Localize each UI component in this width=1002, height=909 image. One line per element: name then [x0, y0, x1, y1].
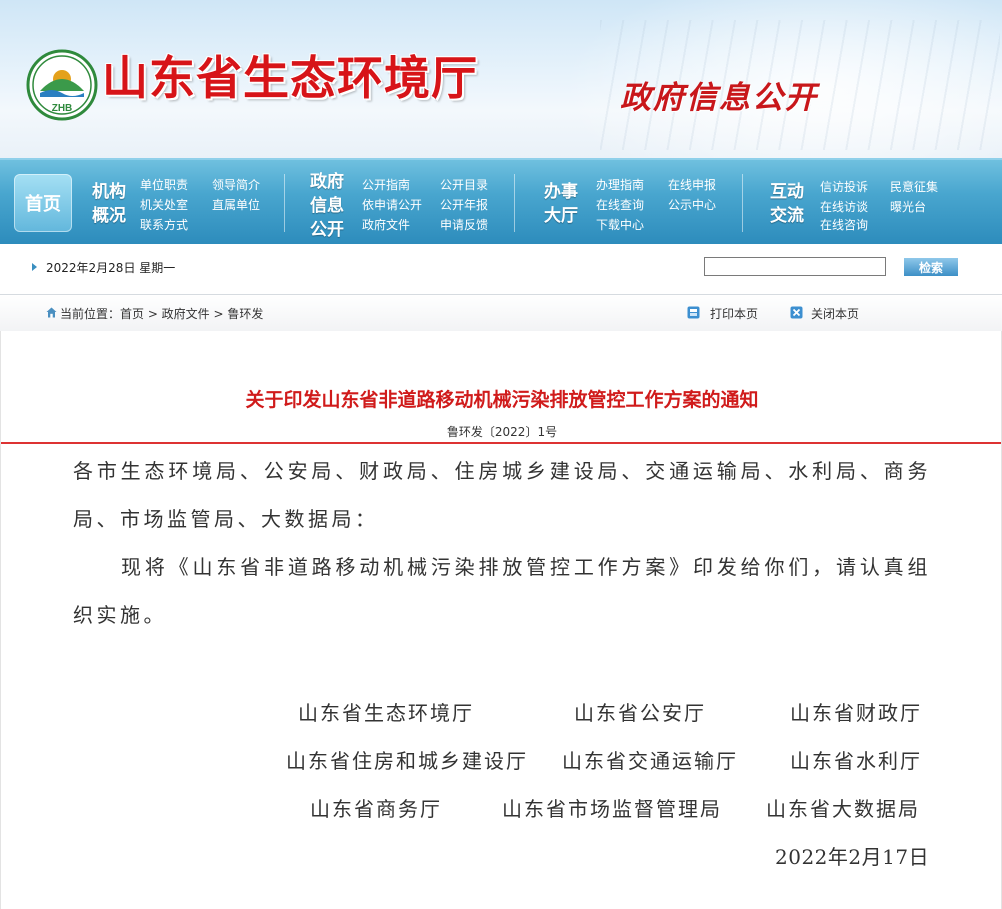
nav-link[interactable]: 民意征集	[890, 178, 938, 195]
header-banner: ZHB 山东省生态环境厅 政府信息公开	[0, 0, 1002, 158]
document-number: 鲁环发〔2022〕1号	[446, 425, 558, 439]
main-navigation: 首页 机构 概况 单位职责 机关处室 联系方式 领导简介 直属单位 政府 信息 …	[0, 158, 1002, 244]
date-search-bar: 2022年2月28日 星期一 检索	[0, 251, 1002, 285]
nav-heading-line: 机构	[92, 182, 126, 202]
logo-text: ZHB	[52, 103, 73, 114]
nav-heading-line: 公开	[310, 220, 344, 240]
signatory: 山东省交通运输厅	[562, 749, 738, 773]
nav-heading-line: 概况	[92, 206, 126, 226]
nav-link[interactable]: 公开目录	[440, 176, 488, 193]
nav-separator	[514, 174, 515, 232]
signatory: 山东省财政厅	[790, 701, 922, 725]
nav-heading-line: 交流	[770, 206, 804, 226]
document-title: 关于印发山东省非道路移动机械污染排放管控工作方案的通知	[245, 389, 759, 411]
nav-link[interactable]: 申请反馈	[440, 216, 488, 233]
signatory: 山东省市场监督管理局	[502, 797, 722, 821]
print-icon[interactable]	[687, 306, 700, 319]
nav-link[interactable]: 公开年报	[440, 196, 488, 213]
search-button[interactable]: 检索	[904, 258, 958, 276]
bullet-arrow-icon	[32, 263, 37, 271]
nav-heading-line: 大厅	[544, 206, 578, 226]
nav-group-heading[interactable]: 办事 大厅	[544, 180, 578, 228]
nav-group-heading[interactable]: 机构 概况	[92, 180, 126, 228]
nav-separator	[284, 174, 285, 232]
signatory: 山东省公安厅	[574, 701, 706, 725]
signatory: 山东省生态环境厅	[298, 701, 474, 725]
breadcrumb-bar: 当前位置：首页 > 政府文件 > 鲁环发 打印本页 关闭本页	[0, 294, 1002, 332]
site-title[interactable]: 山东省生态环境厅	[102, 42, 478, 108]
nav-heading-line: 政府	[310, 172, 344, 192]
nav-separator	[742, 174, 743, 232]
nav-link[interactable]: 领导简介	[212, 176, 260, 193]
close-icon[interactable]	[790, 306, 803, 319]
print-page-link[interactable]: 打印本页	[710, 305, 758, 322]
document-content: 关于印发山东省非道路移动机械污染排放管控工作方案的通知 鲁环发〔2022〕1号 …	[0, 331, 1002, 909]
nav-link[interactable]: 在线访谈	[820, 198, 868, 215]
nav-link[interactable]: 依申请公开	[362, 196, 422, 213]
nav-link[interactable]: 曝光台	[890, 198, 926, 215]
nav-link[interactable]: 在线查询	[596, 196, 644, 213]
home-icon	[46, 307, 57, 318]
nav-link[interactable]: 在线咨询	[820, 216, 868, 233]
current-date: 2022年2月28日 星期一	[46, 261, 176, 275]
signatory: 山东省住房和城乡建设厅	[286, 749, 528, 773]
document-addressee: 各市生态环境局、公安局、财政局、住房城乡建设局、交通运输局、水利局、商务局、市场…	[73, 459, 931, 531]
signatory: 山东省商务厅	[310, 797, 442, 821]
signatory: 山东省水利厅	[790, 749, 922, 773]
close-page-link[interactable]: 关闭本页	[811, 305, 859, 322]
nav-link[interactable]: 政府文件	[362, 216, 410, 233]
nav-link[interactable]: 在线申报	[668, 176, 716, 193]
document-body: 现将《山东省非道路移动机械污染排放管控工作方案》印发给你们，请认真组织实施。	[73, 555, 931, 627]
nav-link[interactable]: 公示中心	[668, 196, 716, 213]
nav-link[interactable]: 单位职责	[140, 176, 188, 193]
nav-link[interactable]: 下载中心	[596, 216, 644, 233]
search-input[interactable]	[704, 257, 886, 276]
nav-heading-line: 信息	[310, 196, 344, 216]
nav-link[interactable]: 直属单位	[212, 196, 260, 213]
nav-heading-line: 互动	[770, 182, 804, 202]
signatory: 山东省大数据局	[766, 797, 920, 821]
nav-link[interactable]: 信访投诉	[820, 178, 868, 195]
nav-group-heading[interactable]: 互动 交流	[770, 180, 804, 228]
gov-info-title: 政府信息公开	[620, 80, 818, 116]
title-divider	[1, 442, 1001, 444]
nav-link[interactable]: 机关处室	[140, 196, 188, 213]
nav-home-button[interactable]: 首页	[14, 174, 72, 232]
breadcrumb: 当前位置：首页 > 政府文件 > 鲁环发	[60, 307, 264, 321]
nav-heading-line: 办事	[544, 182, 578, 202]
nav-group-heading[interactable]: 政府 信息 公开	[310, 170, 344, 242]
department-logo[interactable]: ZHB	[26, 49, 98, 121]
nav-link[interactable]: 办理指南	[596, 176, 644, 193]
document-date: 2022年2月17日	[775, 845, 930, 869]
nav-link[interactable]: 公开指南	[362, 176, 410, 193]
nav-link[interactable]: 联系方式	[140, 216, 188, 233]
